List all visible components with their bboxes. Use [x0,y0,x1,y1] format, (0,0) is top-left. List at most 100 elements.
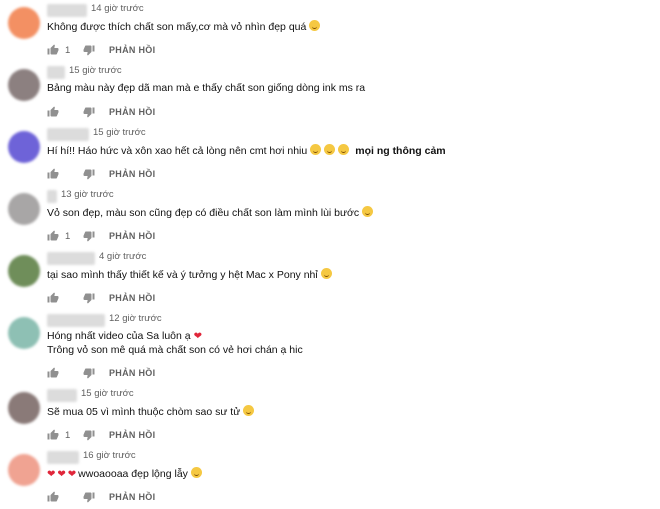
thumb-down-icon[interactable] [83,429,95,441]
comment-actions: 1 PHẢN HỒI [47,229,155,243]
thumb-down-icon[interactable] [83,106,95,118]
comment-line-text: Sẽ mua 05 vì mình thuộc chòm sao sư tử [47,406,241,418]
comment-timestamp[interactable]: 15 giờ trước [81,388,134,399]
emoji-icon [320,268,332,279]
avatar[interactable] [8,255,40,287]
avatar[interactable] [8,131,40,163]
comment-actions: PHẢN HỒI [47,490,155,504]
thumb-down-icon[interactable] [83,367,95,379]
thumb-down-icon[interactable] [83,168,95,180]
comment-item: 15 giờ trước Sẽ mua 05 vì mình thuộc chòm… [0,385,660,447]
comment-line: Trông vỏ son mê quá mà chất son có vẻ hơ… [47,344,303,358]
avatar[interactable] [8,7,40,39]
thumb-up-icon[interactable] [47,292,59,304]
author-name-blurred[interactable] [47,4,87,17]
heart-icon: ❤ [67,469,77,480]
comment-text: Vỏ son đẹp, màu son cũng đẹp có điều chấ… [47,206,374,221]
heart-icon: ❤ [47,469,56,480]
comment-timestamp[interactable]: 15 giờ trước [69,65,122,76]
comment-line: Hí hí!! Háo hức và xôn xao hết cả lòng n… [47,144,446,159]
emoji-icon [362,206,374,217]
reply-button[interactable]: PHẢN HỒI [109,45,155,55]
emoji-icon [324,144,336,155]
comment-line-text: Vỏ son đẹp, màu son cũng đẹp có điều chấ… [47,207,360,219]
thumb-up-icon[interactable] [47,491,59,503]
heart-icon: ❤ [57,469,66,480]
comment-actions: PHẢN HỒI [47,167,155,181]
thumb-up-icon[interactable] [47,168,59,180]
comment-line-text: Bảng màu này đẹp dã man mà e thấy chất s… [47,82,366,94]
comment-text: Bảng màu này đẹp dã man mà e thấy chất s… [47,82,365,96]
comment-line-text: Hóng nhất video của Sa luôn ạ [47,330,191,342]
comment-text: Không được thích chất son mấy,cơ mà vỏ n… [47,20,321,35]
author-name-blurred[interactable] [47,252,95,265]
thumb-up-icon[interactable] [47,44,59,56]
comment-timestamp[interactable]: 13 giờ trước [61,189,114,200]
comment-item: 4 giờ trước tại sao mình thấy thiết kế và… [0,248,660,310]
author-name-blurred[interactable] [47,190,57,203]
comment-item: 14 giờ trước Không được thích chất son mấ… [0,0,660,62]
thumb-down-icon[interactable] [83,44,95,56]
comment-timestamp[interactable]: 15 giờ trước [93,127,146,138]
author-name-blurred[interactable] [47,389,77,402]
comment-line: Không được thích chất son mấy,cơ mà vỏ n… [47,20,321,35]
reply-button[interactable]: PHẢN HỒI [109,293,155,303]
comment-line: Vỏ son đẹp, màu son cũng đẹp có điều chấ… [47,206,374,221]
comment-actions: 1 PHẢN HỒI [47,43,155,57]
thumb-up-icon[interactable] [47,367,59,379]
like-count: 1 [65,44,71,56]
comment-line: ❤ ❤ ❤ wwoaooaa đẹp lộng lẫy [47,467,202,482]
comment-timestamp[interactable]: 14 giờ trước [91,3,144,14]
comment-actions: PHẢN HỒI [47,105,155,119]
emoji-icon [243,405,255,416]
reply-button[interactable]: PHẢN HỒI [109,107,155,117]
comment-line-text: tại sao mình thấy thiết kế và ý tưởng y … [47,269,318,281]
comment-line: Sẽ mua 05 vì mình thuộc chòm sao sư tử [47,405,255,420]
thumb-down-icon[interactable] [83,491,95,503]
comment-item: 13 giờ trước Vỏ son đẹp, màu son cũng đẹp… [0,186,660,248]
emoji-icon [309,20,321,31]
author-name-blurred[interactable] [47,128,89,141]
thumb-up-icon[interactable] [47,106,59,118]
avatar[interactable] [8,454,40,486]
avatar[interactable] [8,193,40,225]
reply-button[interactable]: PHẢN HỒI [109,368,155,378]
reply-button[interactable]: PHẢN HỒI [109,492,155,502]
comment-item: 16 giờ trước ❤ ❤ ❤ wwoaooaa đẹp lộng lẫy PHẢN… [0,447,660,509]
thumb-up-icon[interactable] [47,429,59,441]
comment-item: 15 giờ trước Hí hí!! Háo hức và xôn xao h… [0,124,660,186]
comment-line: Bảng màu này đẹp dã man mà e thấy chất s… [47,82,365,96]
thumb-down-icon[interactable] [83,292,95,304]
comment-timestamp[interactable]: 12 giờ trước [109,313,162,324]
thumb-down-icon[interactable] [83,230,95,242]
like-count: 1 [65,429,71,441]
comment-text: ❤ ❤ ❤ wwoaooaa đẹp lộng lẫy [47,467,202,482]
comment-item: 12 giờ trước Hóng nhất video của Sa luôn … [0,310,660,379]
reply-button[interactable]: PHẢN HỒI [109,231,155,241]
reply-button[interactable]: PHẢN HỒI [109,169,155,179]
comment-text: Hóng nhất video của Sa luôn ạ ❤ Trông vỏ s… [47,330,303,357]
comment-line: tại sao mình thấy thiết kế và ý tưởng y … [47,268,332,283]
avatar[interactable] [8,392,40,424]
emoji-icon [190,467,202,478]
comment-line-text: Hí hí!! Háo hức và xôn xao hết cả lòng n… [47,145,308,157]
comment-line-text: Trông vỏ son mê quá mà chất son có vẻ hơ… [47,343,303,356]
avatar[interactable] [8,69,40,101]
author-name-blurred[interactable] [47,66,65,79]
thumb-up-icon[interactable] [47,230,59,242]
reply-button[interactable]: PHẢN HỒI [109,430,155,440]
comment-extra-text: mọi ng thông cảm [355,145,446,157]
comment-text: tại sao mình thấy thiết kế và ý tưởng y … [47,268,332,283]
comment-timestamp[interactable]: 4 giờ trước [99,251,146,262]
comment-text: Hí hí!! Háo hức và xôn xao hết cả lòng n… [47,144,446,159]
avatar[interactable] [8,317,40,349]
author-name-blurred[interactable] [47,314,105,327]
comment-timestamp[interactable]: 16 giờ trước [83,450,136,461]
like-count: 1 [65,230,71,242]
comment-line-text: Không được thích chất son mấy,cơ mà vỏ n… [47,21,307,33]
heart-icon: ❤ [193,331,202,342]
comment-actions: PHẢN HỒI [47,366,155,380]
comment-item: 15 giờ trước Bảng màu này đẹp dã man mà e… [0,62,660,124]
comment-actions: PHẢN HỒI [47,291,155,305]
author-name-blurred[interactable] [47,451,79,464]
